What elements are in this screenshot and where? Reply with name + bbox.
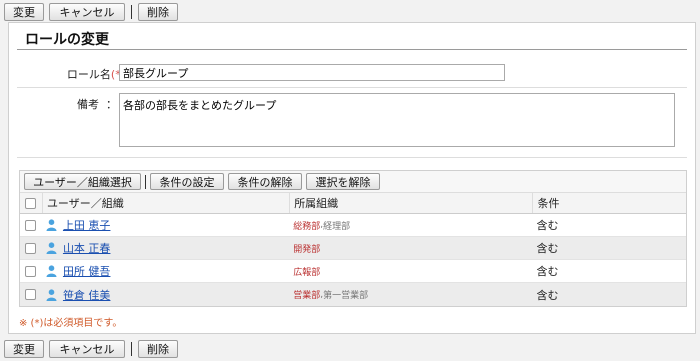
grid-toolbar: ユーザー／組織選択 条件の設定 条件の解除 選択を解除 [20,171,686,193]
required-footnote: ※ (*)は必須項目です。 [19,318,123,329]
row-org-cell: 総務部, 経理部 [289,214,532,236]
grid-header: ユーザー／組織 所属組織 条件 [20,193,686,214]
row-org-cell: 営業部, 第一営業部 [289,283,532,306]
row-checkbox[interactable] [25,242,37,254]
set-condition-button[interactable]: 条件の設定 [150,173,224,190]
org-secondary: 経理部 [323,221,351,232]
row-cond-cell: 含む [536,242,559,255]
toolbar-separator [131,342,132,356]
header-org[interactable]: 所属組織 [289,193,532,213]
bottom-toolbar: 変更 キャンセル 削除 [0,337,178,361]
table-row[interactable]: 笹倉 佳美 営業部, 第一営業部 含む [20,283,686,306]
org-secondary: 第一営業部 [323,291,369,301]
org-primary: 総務部 [293,221,321,232]
edit-button-top[interactable]: 変更 [4,3,44,21]
page-title: ロールの変更 [25,32,109,48]
remarks-textarea[interactable]: 各部の部長をまとめたグループ [119,93,675,147]
edit-button-bottom[interactable]: 変更 [4,340,44,358]
org-primary: 開発部 [293,244,321,255]
remarks-colon: ： [106,98,117,111]
grid-toolbar-separator [145,174,146,189]
form-divider-2 [17,157,687,158]
header-checkbox-cell [20,193,42,213]
row-user-cell: 笹倉 佳美 [42,283,289,306]
clear-condition-button[interactable]: 条件の解除 [228,173,302,190]
user-icon [46,219,57,231]
row-user-cell: 田所 健吾 [42,260,289,282]
row-checkbox-cell [20,237,42,259]
form-divider-1 [17,87,687,88]
row-cond-cell: 含む [536,265,559,278]
row-checkbox[interactable] [25,219,37,231]
user-link[interactable]: 上田 恵子 [63,217,111,233]
delete-button-bottom[interactable]: 削除 [138,340,178,358]
deselect-button[interactable]: 選択を解除 [306,173,380,190]
user-icon [46,242,57,254]
row-org-cell: 開発部 [289,237,532,259]
row-user-cell: 山本 正春 [42,237,289,259]
member-grid: ユーザー／組織選択 条件の設定 条件の解除 選択を解除 ユーザー／組織 所属組織… [19,170,687,307]
row-checkbox-cell [20,260,42,282]
user-icon [46,288,57,301]
row-checkbox[interactable] [25,289,37,300]
table-row[interactable]: 上田 恵子 総務部, 経理部 含む [20,214,686,237]
table-row[interactable]: 田所 健吾 広報部 含む [20,260,686,283]
title-divider [17,49,687,50]
header-cond[interactable]: 条件 [532,193,686,213]
role-edit-panel: ロールの変更 ロール名(*) ： 備考 ： 各部の部長をまとめたグループ ユーザ… [8,22,696,334]
header-user[interactable]: ユーザー／組織 [41,193,289,213]
delete-button-top[interactable]: 削除 [138,3,178,21]
toolbar-separator [131,5,132,19]
row-checkbox-cell [20,283,42,306]
role-name-input[interactable] [119,64,505,81]
org-primary: 営業部 [293,291,321,301]
role-name-label-text: ロール名 [66,68,111,81]
user-link[interactable]: 田所 健吾 [63,263,111,279]
cancel-button-top[interactable]: キャンセル [49,3,125,21]
table-row[interactable]: 山本 正春 開発部 含む [20,237,686,260]
row-cond-cell: 含む [536,288,559,302]
user-link[interactable]: 山本 正春 [63,240,111,256]
top-toolbar: 変更 キャンセル 削除 [0,0,178,24]
role-name-label: ロール名(*) [45,66,125,82]
row-cond-cell: 含む [536,219,559,232]
org-primary: 広報部 [293,267,321,278]
cancel-button-bottom[interactable]: キャンセル [49,340,125,358]
user-icon [46,265,57,277]
user-link[interactable]: 笹倉 佳美 [63,287,111,303]
row-checkbox-cell [20,214,42,236]
select-user-org-button[interactable]: ユーザー／組織選択 [24,173,141,190]
row-user-cell: 上田 恵子 [42,214,289,236]
row-checkbox[interactable] [25,265,37,277]
select-all-checkbox[interactable] [25,197,37,209]
row-org-cell: 広報部 [289,260,532,282]
remarks-label: 備考 [77,98,99,111]
